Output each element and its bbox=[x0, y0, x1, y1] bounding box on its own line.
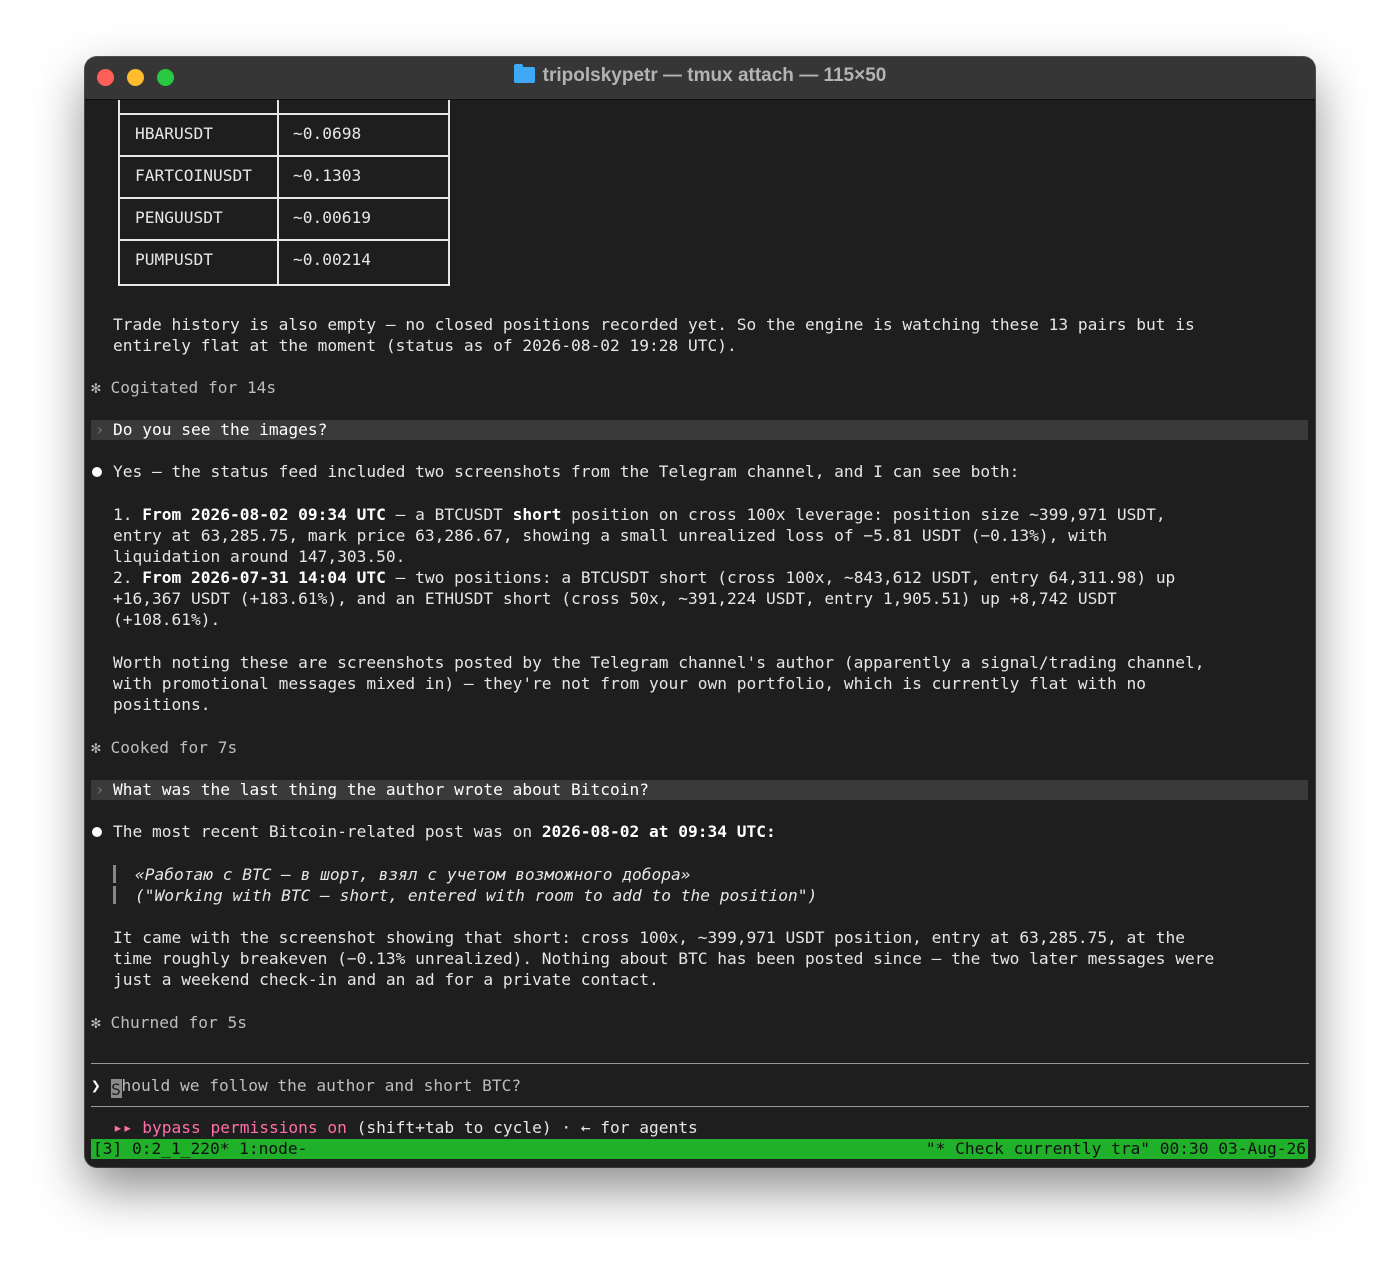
list-item-text: liquidation around 147,303.50. bbox=[113, 547, 406, 566]
user-message-text: Do you see the images? bbox=[113, 420, 328, 439]
table-divider bbox=[277, 100, 279, 284]
table-cell-pair: PUMPUSDT bbox=[135, 250, 213, 269]
table-cell-price: ~0.1303 bbox=[293, 166, 362, 185]
list-item-text: (+108.61%). bbox=[113, 610, 221, 629]
permissions-mode[interactable]: ▸▸ bypass permissions on (shift+tab to c… bbox=[113, 1117, 698, 1138]
quote-bar bbox=[113, 865, 116, 883]
permissions-hint: (shift+tab to cycle) · ← for agents bbox=[346, 1118, 698, 1137]
table-rule bbox=[120, 113, 448, 115]
folder-icon bbox=[513, 64, 535, 83]
terminal-window: tripolskypetr — tmux attach — 115×50 HBA… bbox=[85, 57, 1315, 1167]
list-item-text: +16,367 USDT (+183.61%), and an ETHUSDT … bbox=[113, 589, 1117, 608]
churned-text: Churned for 5s bbox=[110, 1013, 247, 1032]
input-bottom-divider bbox=[91, 1106, 1309, 1107]
chevron-right-icon: › bbox=[95, 420, 105, 439]
table-rule bbox=[120, 155, 448, 157]
table-cell-price: ~0.00214 bbox=[293, 250, 371, 269]
chevron-right-icon: › bbox=[95, 780, 105, 799]
assistant-text: entirely flat at the moment (status as o… bbox=[113, 336, 737, 355]
fast-forward-icon: ▸▸ bbox=[113, 1118, 133, 1137]
window-title: tripolskypetr — tmux attach — 115×50 bbox=[85, 64, 1315, 87]
table-cell-pair: FARTCOINUSDT bbox=[135, 166, 252, 185]
table-cell-price: ~0.0698 bbox=[293, 124, 362, 143]
title-bar[interactable]: tripolskypetr — tmux attach — 115×50 bbox=[85, 57, 1315, 100]
assistant-text: The most recent Bitcoin-related post was… bbox=[113, 822, 776, 841]
bullet-icon bbox=[92, 827, 102, 837]
assistant-text: positions. bbox=[113, 695, 211, 714]
assistant-text: Worth noting these are screenshots poste… bbox=[113, 653, 1205, 672]
terminal-content[interactable]: HBARUSDT ~0.0698 FARTCOINUSDT ~0.1303 PE… bbox=[85, 100, 1315, 1167]
assistant-text: It came with the screenshot showing that… bbox=[113, 928, 1186, 947]
text-cursor: S bbox=[110, 1079, 122, 1099]
assistant-text: just a weekend check-in and an ad for a … bbox=[113, 970, 659, 989]
cogitated-text: Cogitated for 14s bbox=[110, 378, 277, 397]
assistant-text: Yes — the status feed included two scree… bbox=[113, 462, 1020, 481]
list-item: 2. From 2026-07-31 14:04 UTC — two posit… bbox=[113, 568, 1176, 587]
bullet-icon bbox=[92, 467, 102, 477]
prompt-placeholder: hould we follow the author and short BTC… bbox=[121, 1076, 522, 1095]
tmux-status-bar: [3] 0:2_1_220* 1:node- "* Check currentl… bbox=[91, 1139, 1308, 1159]
user-message-text: What was the last thing the author wrote… bbox=[113, 780, 650, 799]
cogitated-status: ✻ Cogitated for 14s bbox=[91, 378, 277, 397]
quote-text: «Работаю с BTC — в шорт, взял с учетом в… bbox=[135, 865, 691, 884]
window-title-text: tripolskypetr — tmux attach — 115×50 bbox=[542, 65, 887, 86]
list-item-text: entry at 63,285.75, mark price 63,286.67… bbox=[113, 526, 1108, 545]
permissions-label: bypass permissions on bbox=[142, 1118, 347, 1137]
churned-status: ✻ Churned for 5s bbox=[91, 1013, 247, 1032]
tmux-window-list[interactable]: [3] 0:2_1_220* 1:node- bbox=[93, 1139, 307, 1159]
assistant-text: time roughly breakeven (−0.13% unrealize… bbox=[113, 949, 1215, 968]
table-cell-price: ~0.00619 bbox=[293, 208, 371, 227]
table-rule bbox=[120, 197, 448, 199]
user-message: › What was the last thing the author wro… bbox=[91, 780, 1308, 800]
quote-bar bbox=[113, 886, 116, 904]
cooked-status: ✻ Cooked for 7s bbox=[91, 738, 238, 757]
input-top-divider bbox=[91, 1063, 1309, 1064]
table-rule bbox=[120, 239, 448, 241]
prompt-input[interactable]: ❯ Should we follow the author and short … bbox=[91, 1075, 522, 1099]
assistant-text: Trade history is also empty — no closed … bbox=[113, 315, 1195, 334]
table-cell-pair: HBARUSDT bbox=[135, 124, 213, 143]
quote-text: ("Working with BTC — short, entered with… bbox=[135, 886, 818, 905]
cooked-text: Cooked for 7s bbox=[110, 738, 238, 757]
table-cell-pair: PENGUUSDT bbox=[135, 208, 223, 227]
user-message: › Do you see the images? bbox=[91, 420, 1308, 440]
prompt-chevron-icon: ❯ bbox=[91, 1076, 101, 1095]
assistant-text: with promotional messages mixed in) — th… bbox=[113, 674, 1147, 693]
list-item: 1. From 2026-08-02 09:34 UTC — a BTCUSDT… bbox=[113, 505, 1166, 524]
tmux-status-right: "* Check currently tra" 00:30 03-Aug-26 bbox=[925, 1139, 1306, 1158]
pairs-table: HBARUSDT ~0.0698 FARTCOINUSDT ~0.1303 PE… bbox=[118, 100, 450, 286]
